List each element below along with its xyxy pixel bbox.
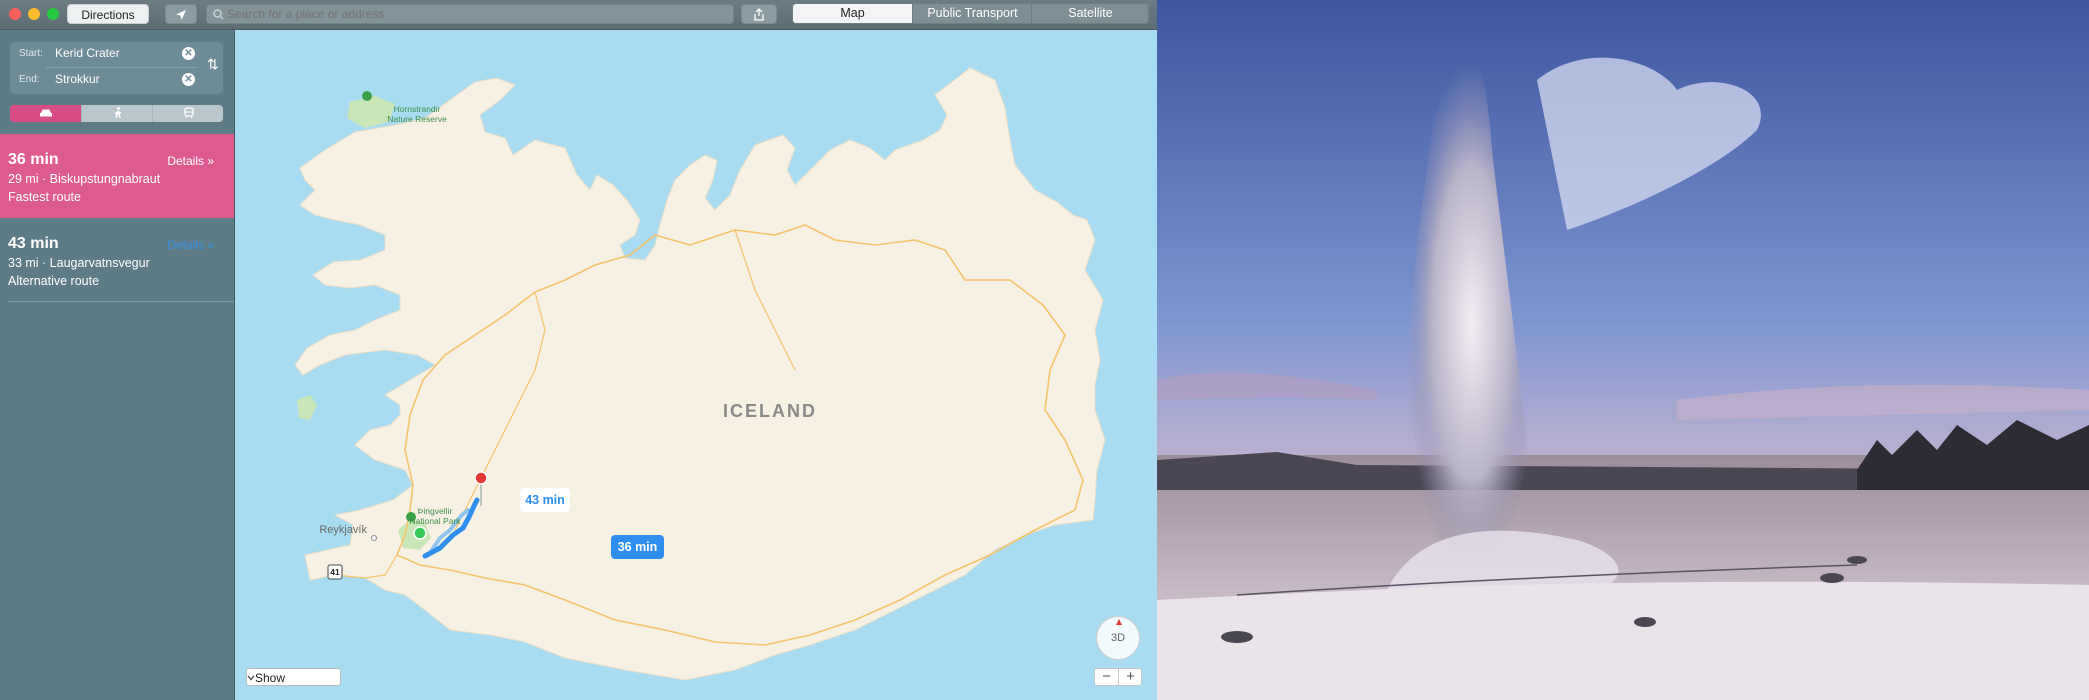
- route-time-badge-alternative[interactable]: 43 min: [520, 488, 570, 512]
- directions-sidebar: Start: Kerid Crater ✕ End: Strokkur ✕ ⇅: [0, 30, 235, 700]
- zoom-control: − +: [1094, 668, 1142, 686]
- route-details-link[interactable]: Details »: [167, 238, 214, 252]
- start-row: Start: Kerid Crater ✕: [10, 42, 200, 66]
- show-menu-label: Show: [255, 671, 286, 685]
- end-label: End:: [19, 74, 40, 85]
- map-view-segmented-control: Map Public Transport Satellite: [792, 3, 1149, 24]
- start-pin[interactable]: [413, 526, 427, 540]
- share-icon: [754, 8, 764, 21]
- close-window-button[interactable]: [9, 8, 21, 20]
- zoom-window-button[interactable]: [47, 8, 59, 20]
- clear-start-icon[interactable]: ✕: [182, 47, 195, 60]
- park-label: National Park: [409, 516, 461, 526]
- end-pin[interactable]: [474, 471, 488, 485]
- show-menu[interactable]: Show: [246, 668, 341, 686]
- search-field[interactable]: [206, 4, 734, 24]
- country-label: ICELAND: [723, 401, 817, 421]
- iceland-landmass: [294, 67, 1106, 681]
- toolbar: Directions Map Public Transport Satellit…: [0, 0, 1157, 30]
- transit-mode-button[interactable]: [152, 105, 223, 122]
- road-shield-label: 41: [330, 567, 340, 577]
- car-icon: [39, 109, 52, 117]
- route-type: Alternative route: [8, 274, 100, 288]
- park-label: Þingvellir: [418, 506, 453, 516]
- route-summary: 29 mi · Biskupstungnabraut: [8, 172, 161, 186]
- route-time: 36 min: [8, 151, 59, 168]
- swap-icon[interactable]: ⇅: [207, 56, 219, 73]
- route-details-link[interactable]: Details »: [167, 154, 214, 168]
- search-input[interactable]: [227, 6, 727, 22]
- transit-icon: [183, 107, 194, 119]
- start-label: Start:: [19, 48, 43, 59]
- car-mode-button[interactable]: [10, 105, 81, 122]
- zoom-out-button[interactable]: −: [1095, 669, 1119, 685]
- route-type: Fastest route: [8, 190, 81, 204]
- start-field[interactable]: Kerid Crater: [55, 46, 120, 60]
- reykjavik-dot: [371, 535, 377, 541]
- compass-3d-button[interactable]: 3D: [1096, 616, 1140, 660]
- geyser-photo: [1157, 0, 2089, 700]
- location-arrow-icon: [176, 10, 186, 20]
- tab-map[interactable]: Map: [793, 4, 912, 23]
- chevron-down-icon: [247, 675, 255, 681]
- poi-label: Nature Reserve: [387, 114, 447, 124]
- route-summary: 33 mi · Laugarvatnsvegur: [8, 256, 150, 270]
- iceland-map: 41 ICELAND Reykjavík Hornstrandir Nature…: [294, 67, 1106, 681]
- minimize-window-button[interactable]: [28, 8, 40, 20]
- zoom-in-button[interactable]: +: [1119, 669, 1142, 685]
- route-divider: [8, 301, 234, 302]
- compass-north-icon: [1116, 619, 1122, 625]
- tab-public-transport[interactable]: Public Transport: [912, 4, 1032, 23]
- strokkur-geyser-image: [1157, 0, 2089, 700]
- route-option-alternative[interactable]: 43 min Details » 33 mi · Laugarvatnsvegu…: [0, 218, 234, 302]
- western-reserve-area: [297, 395, 317, 420]
- poi-label: Hornstrandir: [394, 104, 441, 114]
- tab-satellite[interactable]: Satellite: [1031, 4, 1148, 23]
- city-label: Reykjavík: [319, 524, 367, 536]
- directions-button[interactable]: Directions: [67, 4, 149, 24]
- search-icon: [213, 9, 224, 20]
- route-time-badge-fastest[interactable]: 36 min: [611, 535, 664, 559]
- maps-window: Directions Map Public Transport Satellit…: [0, 0, 1157, 700]
- compass-3d-label: 3D: [1110, 632, 1126, 644]
- walk-mode-button[interactable]: [81, 105, 153, 122]
- reserve-pin-dot: [362, 91, 372, 101]
- map-canvas[interactable]: 41 ICELAND Reykjavík Hornstrandir Nature…: [235, 30, 1157, 700]
- current-location-button[interactable]: [165, 4, 197, 24]
- end-field[interactable]: Strokkur: [55, 72, 100, 86]
- route-option-fastest[interactable]: 36 min Details » 29 mi · Biskupstungnabr…: [0, 134, 234, 218]
- transport-mode-control: [10, 105, 223, 122]
- share-button[interactable]: [741, 4, 777, 24]
- route-time: 43 min: [8, 235, 59, 252]
- start-end-panel: Start: Kerid Crater ✕ End: Strokkur ✕ ⇅: [10, 42, 223, 94]
- end-row: End: Strokkur ✕: [10, 68, 200, 92]
- walk-icon: [114, 107, 121, 119]
- clear-end-icon[interactable]: ✕: [182, 73, 195, 86]
